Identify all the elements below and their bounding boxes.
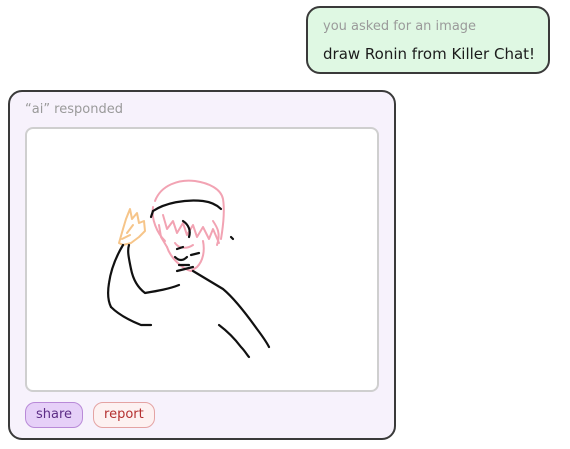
doodle-ink	[107, 199, 271, 359]
response-card: “ai” responded share report	[8, 90, 396, 440]
doodle-drawing	[107, 179, 271, 359]
request-caption: you asked for an image	[323, 19, 477, 34]
response-actions: share report	[25, 402, 155, 428]
share-button[interactable]: share	[25, 402, 84, 428]
chat-view: you asked for an image draw Ronin from K…	[0, 0, 570, 449]
response-caption: “ai” responded	[25, 102, 123, 117]
generated-image	[25, 127, 379, 392]
request-bubble: you asked for an image draw Ronin from K…	[306, 6, 550, 74]
report-button[interactable]: report	[93, 402, 155, 428]
request-prompt: draw Ronin from Killer Chat!	[323, 45, 536, 63]
doodle-hand	[118, 208, 146, 246]
